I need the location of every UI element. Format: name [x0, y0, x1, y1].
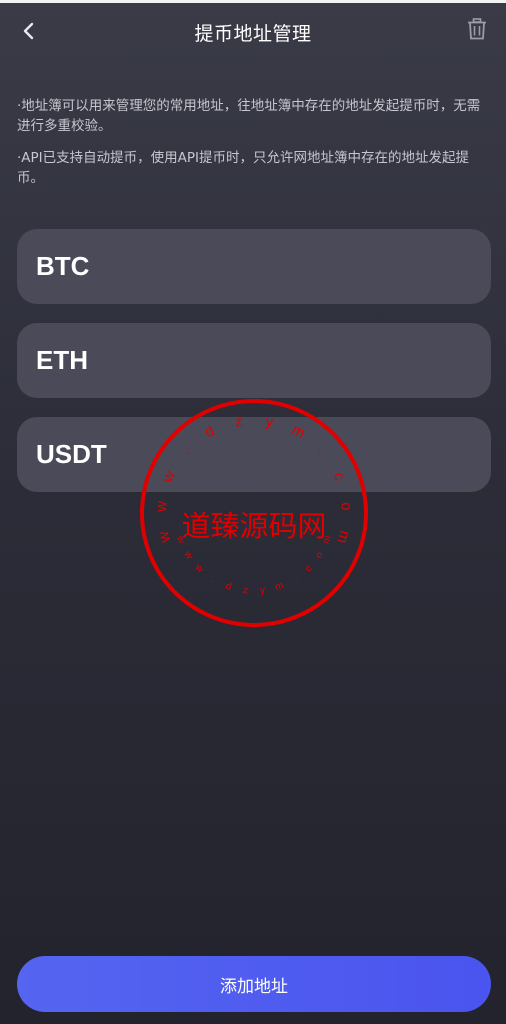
watermark-ring-char: d: [224, 581, 233, 593]
page-title: 提币地址管理: [194, 23, 312, 45]
coin-item-btc[interactable]: BTC: [17, 229, 491, 304]
watermark-ring-char: m: [321, 534, 334, 546]
watermark-ring-char: w: [174, 534, 187, 546]
watermark-ring-char: .: [209, 574, 217, 585]
watermark-ring-char: .: [291, 574, 299, 585]
watermark-ring-char: m: [334, 529, 354, 545]
watermark-ring-char: o: [314, 550, 326, 561]
watermark-ring-char: w: [155, 529, 175, 545]
coin-label: USDT: [36, 439, 107, 469]
coin-item-usdt[interactable]: USDT: [17, 417, 491, 492]
note-api: ·API已支持自动提币，使用API提币时，只允许网地址簿中存在的地址发起提币。: [17, 150, 470, 186]
header-bar: 提币地址管理: [0, 3, 506, 59]
watermark-ring-char: w: [192, 562, 206, 576]
info-notes: ·地址簿可以用来管理您的常用地址，往地址簿中存在的地址发起提币时，无需进行多重校…: [17, 96, 493, 200]
coin-label: BTC: [36, 251, 90, 281]
coin-list: BTC ETH USDT: [17, 229, 491, 511]
watermark-center-text: 道臻源码网: [181, 509, 326, 543]
watermark-ring-char: w: [181, 548, 195, 562]
note-address-book: ·地址簿可以用来管理您的常用地址，往地址簿中存在的地址发起提币时，无需进行多重校…: [17, 98, 481, 134]
watermark-ring-char: z: [242, 585, 248, 596]
add-address-button[interactable]: 添加地址: [17, 956, 491, 1012]
watermark-ring-char: m: [274, 580, 285, 593]
watermark-ring-char: y: [260, 585, 266, 596]
trash-icon: [468, 18, 486, 40]
delete-button[interactable]: [463, 15, 491, 43]
coin-label: ETH: [36, 345, 88, 375]
watermark-ring-char: c: [303, 563, 314, 574]
coin-item-eth[interactable]: ETH: [17, 323, 491, 398]
watermark-ring-bottom: www.d z y m.com: [174, 534, 334, 597]
